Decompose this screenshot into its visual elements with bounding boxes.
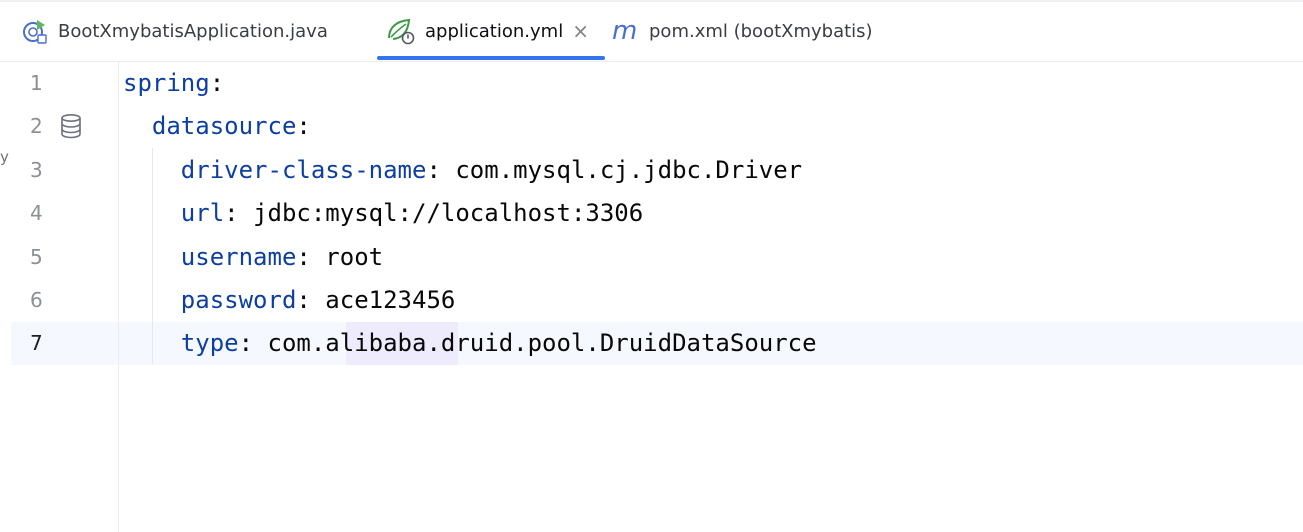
tab-label: pom.xml (bootXmybatis) [649, 20, 873, 42]
line-number: 1 [30, 71, 43, 95]
close-icon[interactable]: × [572, 21, 589, 41]
code-line[interactable]: spring: [123, 62, 224, 105]
line-number-gutter: y 1 2 3 4 5 6 7 [0, 62, 119, 532]
line-number: 6 [30, 288, 43, 312]
code-line[interactable]: driver-class-name: com.mysql.cj.jdbc.Dri… [123, 149, 802, 192]
code-line[interactable]: datasource: [123, 105, 311, 148]
maven-icon: m [611, 16, 641, 46]
code-line[interactable]: url: jdbc:mysql://localhost:3306 [123, 192, 643, 235]
tab-label: application.yml [425, 20, 564, 42]
yaml-value: com.alibaba.druid.pool.DruidDataSource [267, 329, 817, 357]
code-line[interactable]: username: root [123, 236, 383, 279]
spring-boot-app-icon [20, 16, 50, 46]
left-edge-fragment: y [0, 148, 9, 166]
line-number: 2 [30, 114, 43, 138]
yaml-value: com.mysql.cj.jdbc.Driver [455, 156, 803, 184]
svg-text:m: m [612, 16, 637, 46]
code-line-current[interactable]: type: com.alibaba.druid.pool.DruidDataSo… [123, 322, 817, 365]
yaml-key: username [180, 243, 297, 271]
line-number: 4 [30, 201, 43, 225]
active-tab-indicator [377, 56, 605, 60]
yaml-value: root [325, 243, 384, 271]
yaml-key: driver-class-name [180, 156, 427, 184]
yaml-value: jdbc:mysql://localhost:3306 [253, 199, 644, 227]
database-icon[interactable] [59, 113, 83, 143]
line-number: 3 [30, 158, 43, 182]
tab-application-yml[interactable]: application.yml × [385, 0, 589, 62]
editor-tab-bar: BootXmybatisApplication.java application… [0, 0, 1303, 62]
yaml-key: type [180, 329, 239, 357]
tab-label: BootXmybatisApplication.java [58, 20, 328, 42]
tab-pom-xml[interactable]: m pom.xml (bootXmybatis) [611, 0, 873, 62]
tab-bootxmybatis-application[interactable]: BootXmybatisApplication.java [20, 0, 328, 62]
yaml-key: url [180, 199, 225, 227]
yaml-key: datasource [151, 112, 297, 140]
line-number-current: 7 [30, 331, 43, 355]
yaml-key: spring [123, 69, 210, 97]
yaml-key: password [180, 286, 297, 314]
spring-yaml-icon [385, 16, 417, 46]
yaml-value: ace123456 [325, 286, 456, 314]
line-number: 5 [30, 245, 43, 269]
code-line[interactable]: password: ace123456 [123, 279, 456, 322]
